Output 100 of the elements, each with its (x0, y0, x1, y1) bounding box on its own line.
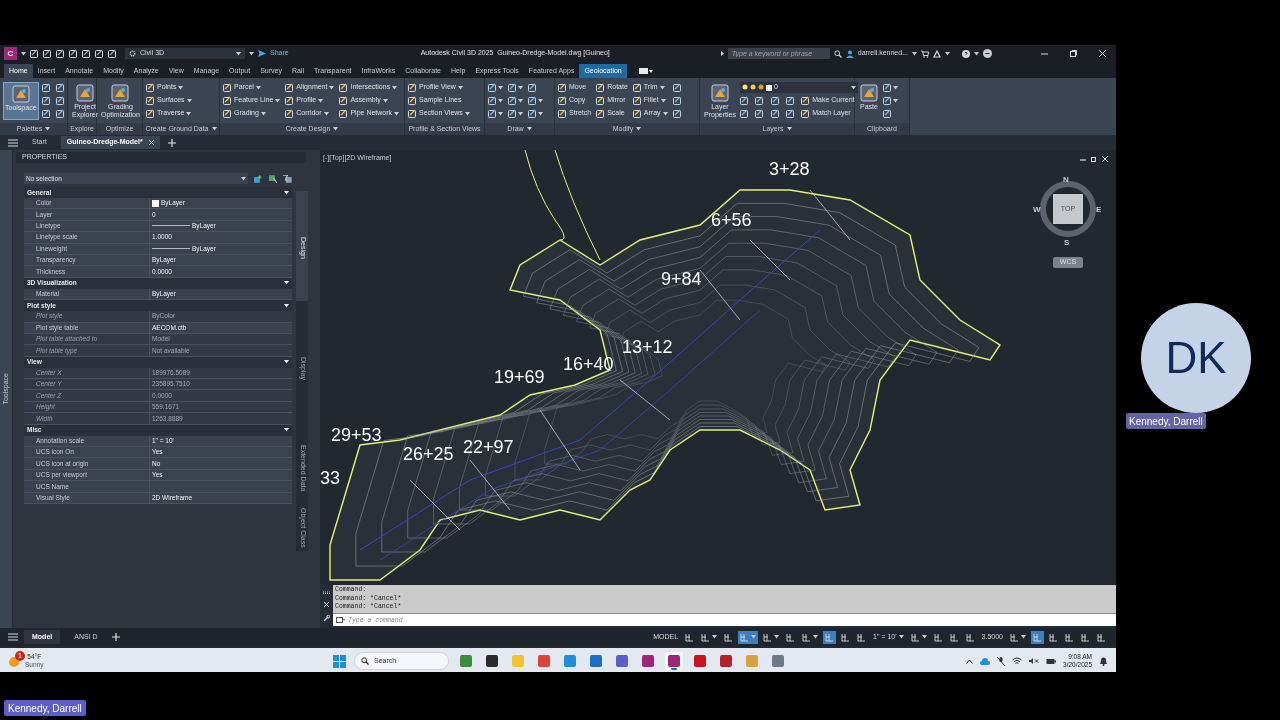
caret-icon (275, 98, 281, 103)
icon-button[interactable] (488, 108, 503, 119)
compass-ring[interactable] (1039, 180, 1097, 238)
caret-icon (912, 51, 917, 56)
tool-icon (632, 109, 642, 118)
prompt-icon[interactable] (336, 617, 345, 623)
wrench-icon[interactable] (323, 615, 330, 622)
search-icon[interactable] (833, 49, 842, 58)
caret-icon (813, 635, 819, 639)
plus-icon[interactable] (111, 633, 120, 641)
line-sample (152, 224, 190, 228)
status-button[interactable] (1031, 630, 1044, 644)
microphone-muted-icon[interactable] (997, 656, 1006, 666)
caret-right-icon (720, 51, 724, 56)
chevron-up-icon[interactable] (966, 658, 974, 664)
toggle-icon (786, 632, 796, 642)
caret-icon (774, 635, 780, 639)
menu-icon[interactable] (8, 633, 18, 641)
tool-icon (558, 83, 567, 92)
tool-icon (223, 83, 232, 92)
wifi-icon[interactable] (1012, 657, 1023, 665)
tool-icon (108, 49, 117, 58)
caret-icon (382, 98, 388, 103)
icon-button[interactable] (55, 108, 65, 119)
tool-icon (339, 96, 349, 105)
icon-button[interactable] (41, 108, 51, 119)
cart-icon[interactable] (921, 49, 929, 58)
triangle-nodes-icon[interactable] (933, 49, 941, 58)
grip-icon[interactable] (322, 591, 331, 594)
battery-icon[interactable] (1046, 657, 1057, 665)
caret-icon (21, 51, 26, 56)
icon-button[interactable] (508, 108, 523, 119)
app-logo[interactable]: C (4, 47, 17, 60)
plus-icon[interactable] (167, 138, 176, 147)
chat-icon[interactable] (983, 49, 992, 58)
caret-icon (538, 111, 543, 116)
caret-icon (662, 111, 668, 116)
close-icon[interactable] (324, 602, 329, 607)
select-objects-icon[interactable] (254, 174, 263, 183)
caret-icon (318, 98, 324, 103)
icon-button[interactable] (55, 95, 65, 106)
tool-icon (408, 96, 417, 105)
icon-button[interactable] (41, 95, 51, 106)
close-icon[interactable] (1099, 50, 1106, 57)
caret-icon (392, 85, 398, 90)
cloud-icon[interactable] (980, 657, 991, 665)
tool-icon (408, 83, 417, 92)
icon-button[interactable] (488, 95, 503, 106)
tool-icon (859, 82, 879, 103)
minimize-icon[interactable] (1041, 50, 1048, 57)
caret-icon (518, 111, 523, 116)
minimize-icon[interactable] (1080, 156, 1086, 162)
close-icon[interactable] (148, 140, 154, 145)
tool-icon (770, 109, 780, 118)
caret-icon (660, 98, 666, 103)
icon-button[interactable] (672, 82, 682, 93)
status-button[interactable] (823, 630, 837, 644)
toggle-icon (1033, 632, 1042, 642)
speaker-muted-icon[interactable] (1029, 657, 1040, 665)
icon-button[interactable] (528, 108, 543, 119)
station-label: 9+84 (661, 269, 702, 289)
bell-icon[interactable] (1099, 656, 1108, 666)
help-icon[interactable] (962, 49, 970, 58)
icon-button[interactable] (508, 95, 523, 106)
icon-button[interactable] (883, 82, 898, 93)
windows-logo-icon[interactable] (333, 654, 346, 668)
tool-icon (41, 83, 51, 92)
tool-icon (596, 109, 606, 118)
station-label: 22+97 (463, 437, 514, 457)
icon-button[interactable] (55, 82, 65, 93)
toggle-icon (841, 632, 851, 642)
menu-icon[interactable] (8, 138, 18, 147)
caret-icon (1021, 635, 1026, 639)
icon-button[interactable] (672, 108, 682, 119)
window-switch-icon[interactable] (638, 68, 653, 74)
toggle-icon (685, 632, 695, 642)
gear-icon (129, 50, 136, 57)
tool-icon (596, 96, 606, 105)
tool-icon (785, 109, 795, 118)
tool-icon (285, 96, 295, 105)
cursor-icon[interactable] (268, 174, 278, 183)
tool-icon (709, 82, 730, 103)
toggle-icon (949, 632, 959, 642)
icon-button[interactable] (508, 82, 523, 93)
presenter-name: Kennedy, Darrell (4, 700, 86, 716)
icon-button[interactable] (883, 95, 898, 106)
caret-icon (464, 111, 470, 116)
icon-button[interactable] (672, 95, 682, 106)
filter-icon[interactable] (283, 174, 292, 183)
tool-icon (632, 96, 642, 105)
tool-icon (528, 83, 537, 92)
icon-button[interactable] (488, 82, 503, 93)
restore-icon[interactable] (1070, 50, 1077, 57)
icon-button[interactable] (41, 82, 51, 93)
tool-icon (528, 96, 537, 105)
caret-icon (260, 111, 266, 116)
restore-icon[interactable] (1091, 156, 1097, 162)
icon-button[interactable] (528, 95, 543, 106)
close-icon[interactable] (1102, 156, 1108, 162)
status-button[interactable] (738, 630, 759, 644)
